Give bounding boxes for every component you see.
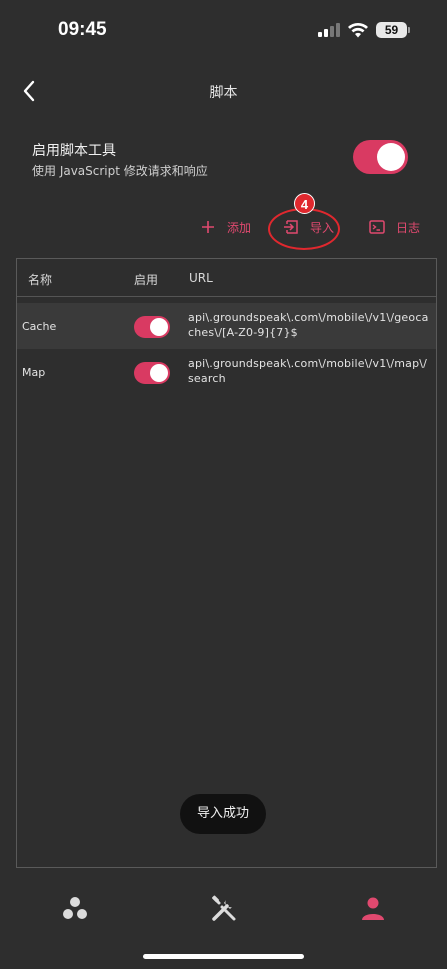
bottom-nav	[0, 880, 447, 940]
column-header-enabled: 启用	[134, 273, 159, 287]
status-bar: 09:45 59	[0, 0, 447, 60]
person-icon[interactable]	[358, 894, 388, 924]
import-icon	[284, 220, 298, 234]
table-header: 名称 启用 URL	[17, 259, 436, 297]
log-button[interactable]: 日志	[368, 216, 420, 238]
script-name: Cache	[22, 320, 57, 333]
home-indicator	[143, 954, 304, 959]
enable-script-row: 启用脚本工具 使用 JavaScript 修改请求和响应	[0, 136, 447, 186]
import-button[interactable]: 导入	[282, 216, 334, 238]
script-url: api\.groundspeak\.com\/mobile\/v1\/geoca…	[188, 311, 429, 339]
table-row[interactable]: Map api\.groundspeak\.com\/mobile\/v1\/m…	[17, 349, 436, 395]
page-title: 脚本	[209, 85, 238, 101]
script-enabled-toggle[interactable]	[134, 316, 170, 338]
log-label: 日志	[396, 220, 421, 235]
header: 脚本	[0, 72, 447, 110]
cellular-signal-icon	[318, 23, 340, 37]
scripts-table: 名称 启用 URL Cache api\.groundspeak\.com\/m…	[16, 258, 437, 868]
script-enabled-toggle[interactable]	[134, 362, 170, 384]
annotation-step-badge: 4	[294, 193, 315, 214]
battery-icon: 59	[376, 22, 410, 38]
wifi-icon	[348, 23, 368, 38]
column-header-url: URL	[189, 271, 213, 285]
tools-icon[interactable]	[209, 894, 239, 924]
import-label: 导入	[310, 220, 335, 235]
action-bar: 添加 导入 日志	[0, 204, 447, 250]
enable-script-title: 启用脚本工具	[32, 143, 116, 159]
toggle-knob	[377, 143, 405, 171]
toast-message: 导入成功	[180, 794, 266, 834]
add-label: 添加	[227, 220, 252, 235]
circles-icon[interactable]	[60, 894, 90, 924]
toggle-knob	[150, 318, 168, 336]
column-header-name: 名称	[28, 273, 53, 287]
toggle-knob	[150, 364, 168, 382]
plus-icon	[202, 221, 214, 233]
terminal-icon	[369, 220, 385, 234]
status-time: 09:45	[58, 19, 107, 40]
add-button[interactable]: 添加	[199, 216, 251, 238]
script-url: api\.groundspeak\.com\/mobile\/v1\/map\/…	[188, 357, 428, 385]
enable-script-subtitle: 使用 JavaScript 修改请求和响应	[32, 164, 208, 178]
script-name: Map	[22, 366, 46, 379]
enable-script-toggle[interactable]	[353, 140, 408, 174]
table-row[interactable]: Cache api\.groundspeak\.com\/mobile\/v1\…	[17, 303, 436, 349]
